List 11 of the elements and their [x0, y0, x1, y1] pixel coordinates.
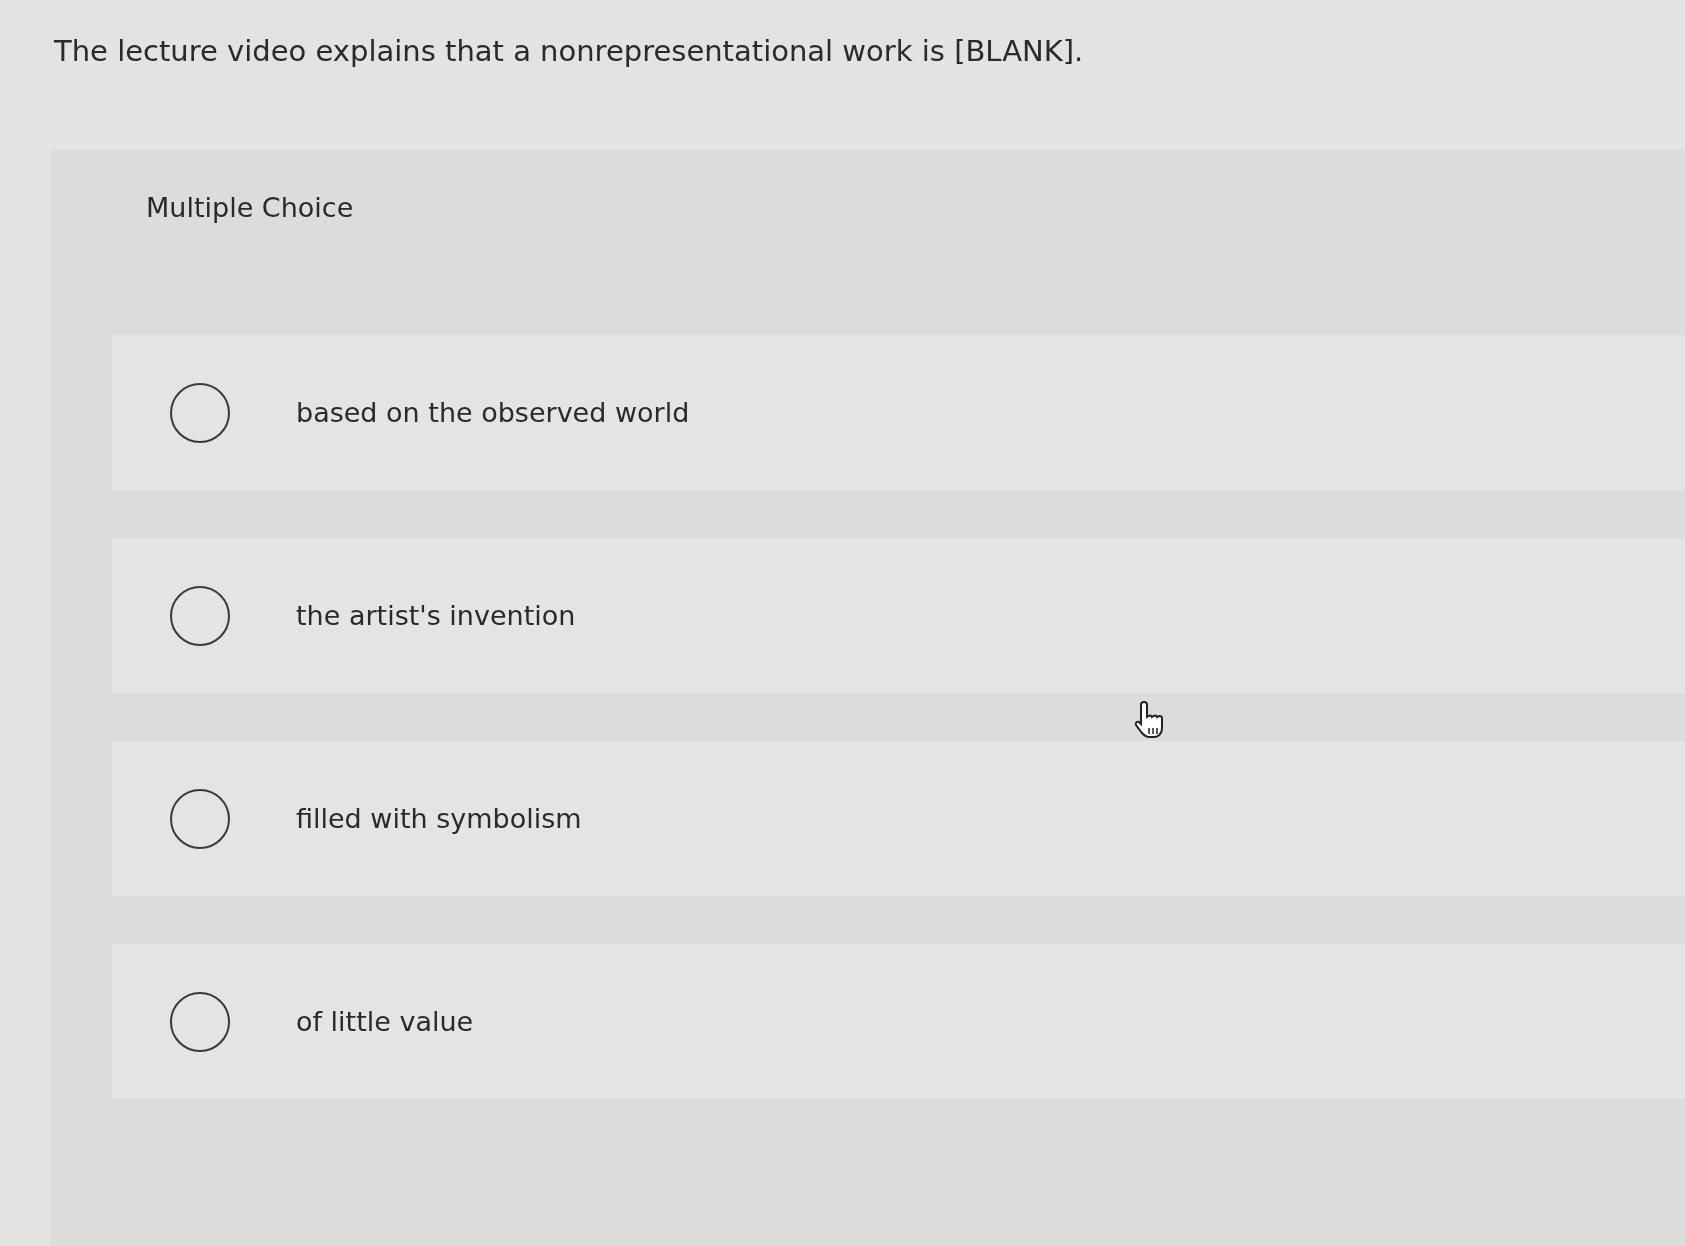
answer-option[interactable]: the artist's invention	[112, 538, 1685, 693]
answer-option[interactable]: filled with symbolism	[112, 741, 1685, 896]
answer-option[interactable]: based on the observed world	[112, 335, 1685, 490]
radio-button[interactable]	[170, 991, 230, 1052]
answer-option[interactable]: of little value	[112, 944, 1685, 1099]
section-label: Multiple Choice	[146, 192, 354, 223]
radio-button[interactable]	[170, 788, 230, 849]
radio-button[interactable]	[170, 382, 230, 443]
question-text: The lecture video explains that a nonrepresentational work is [BLANK].	[53, 33, 1085, 70]
radio-button[interactable]	[170, 585, 230, 646]
hand-cursor-icon	[1134, 700, 1166, 740]
